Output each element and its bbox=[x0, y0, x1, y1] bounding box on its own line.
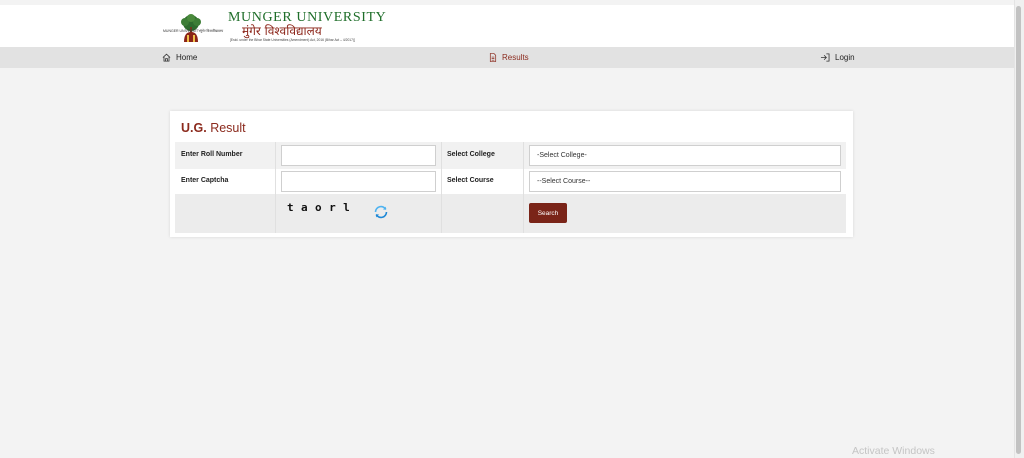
search-button[interactable]: Search bbox=[529, 203, 567, 223]
card-title: U.G. Result bbox=[181, 121, 246, 135]
site-header: MUNGER UNIVERSITY मुंगेर विश्वविद्यालय M… bbox=[0, 5, 1014, 47]
nav-results[interactable]: Results bbox=[489, 47, 529, 68]
select-course-label: Select Course bbox=[447, 177, 494, 184]
establishment-line: [Estd. under the Bihar State Universitie… bbox=[230, 38, 355, 42]
captcha-input[interactable] bbox=[281, 171, 436, 192]
login-arrow-icon bbox=[820, 53, 830, 62]
nav-login-label: Login bbox=[835, 53, 855, 62]
university-name-hindi: मुंगेर विश्वविद्यालय bbox=[242, 24, 322, 38]
column-divider bbox=[441, 142, 442, 233]
activate-windows-watermark: Activate Windows bbox=[852, 445, 935, 457]
course-select-value: --Select Course-- bbox=[537, 178, 591, 185]
main-navbar: Home Results Login bbox=[0, 47, 1014, 68]
captcha-image: taorl bbox=[287, 201, 358, 214]
home-icon bbox=[162, 53, 171, 62]
scrollbar-thumb[interactable] bbox=[1016, 6, 1021, 454]
nav-home[interactable]: Home bbox=[162, 47, 197, 68]
ug-result-card: U.G. Result Enter Roll Number Select Col… bbox=[170, 111, 853, 237]
captcha-label: Enter Captcha bbox=[181, 177, 229, 184]
nav-results-label: Results bbox=[502, 53, 529, 62]
column-divider bbox=[275, 142, 276, 233]
column-divider bbox=[523, 142, 524, 233]
refresh-icon[interactable] bbox=[373, 204, 389, 220]
document-icon bbox=[489, 53, 497, 62]
college-select[interactable]: -Select College- bbox=[529, 145, 841, 166]
card-title-rest: Result bbox=[210, 121, 246, 135]
college-select-value: -Select College- bbox=[537, 152, 587, 159]
nav-home-label: Home bbox=[176, 53, 198, 62]
card-title-bold: U.G. bbox=[181, 121, 207, 135]
university-logo-icon bbox=[181, 14, 201, 42]
select-college-label: Select College bbox=[447, 151, 495, 158]
nav-login[interactable]: Login bbox=[820, 47, 855, 68]
roll-number-input[interactable] bbox=[281, 145, 436, 166]
logo-left-text: MUNGER UNIVERSITY bbox=[163, 29, 201, 33]
roll-number-label: Enter Roll Number bbox=[181, 151, 243, 158]
course-select[interactable]: --Select Course-- bbox=[529, 171, 841, 192]
logo-right-text: मुंगेर विश्वविद्यालय bbox=[200, 29, 224, 33]
